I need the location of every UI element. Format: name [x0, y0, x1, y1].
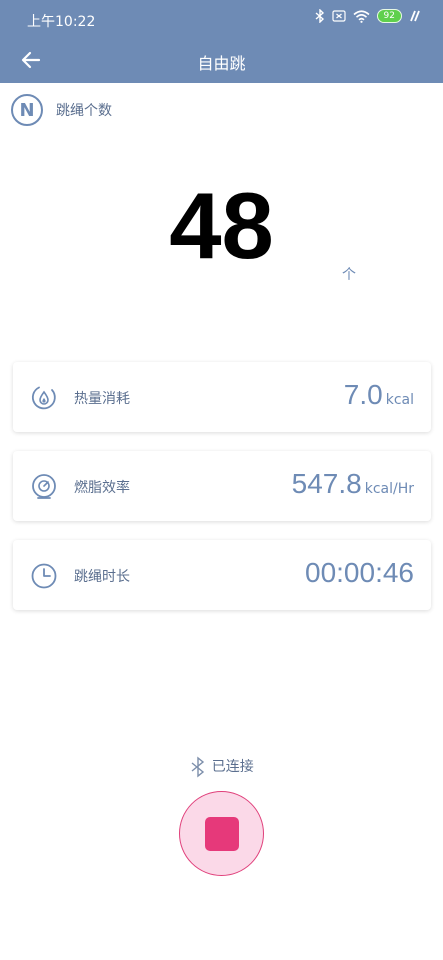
- stop-icon: [204, 816, 239, 851]
- jump-count-unit: 个: [342, 267, 356, 283]
- duration-value: 00:00:46: [305, 557, 414, 588]
- status-bar: 上午10:22 92: [0, 0, 443, 40]
- jump-count: 48: [169, 173, 274, 278]
- bluetooth-icon: [191, 756, 205, 778]
- duration-label: 跳绳时长: [74, 569, 130, 585]
- status-time: 上午10:22: [27, 14, 96, 30]
- fat-burn-card: 燃脂效率 547.8 kcal/Hr: [13, 451, 431, 521]
- connection-label: 已连接: [211, 759, 254, 775]
- connection-status: 已连接: [0, 756, 443, 778]
- battery-icon: 92: [376, 9, 402, 23]
- calorie-unit: kcal: [385, 392, 414, 408]
- calorie-label: 热量消耗: [74, 391, 130, 407]
- calorie-card: 热量消耗 7.0 kcal: [13, 362, 431, 432]
- fat-burn-value: 547.8: [291, 468, 362, 499]
- wifi-icon: [353, 9, 370, 23]
- bluetooth-icon: [315, 9, 324, 23]
- nav-bar: 自由跳: [0, 40, 443, 83]
- duration-value-group: 00:00:46: [305, 557, 414, 589]
- charging-icon: [410, 10, 420, 22]
- fat-burn-value-group: 547.8 kcal/Hr: [292, 468, 414, 500]
- fat-burn-icon: [32, 474, 56, 499]
- clock-icon: [31, 563, 57, 589]
- calorie-value: 7.0: [343, 379, 383, 410]
- fat-burn-unit: kcal/Hr: [364, 481, 414, 497]
- duration-card: 跳绳时长 00:00:46: [13, 540, 431, 610]
- stop-button[interactable]: [179, 791, 264, 876]
- calorie-icon: [32, 386, 56, 410]
- page-title: 自由跳: [197, 54, 246, 73]
- status-icons: 92: [315, 9, 421, 23]
- calorie-value-group: 7.0 kcal: [344, 379, 414, 411]
- sim-icon: [331, 10, 346, 22]
- mode-badge: N: [11, 94, 43, 126]
- fat-burn-label: 燃脂效率: [74, 480, 130, 496]
- mode-indicator: N 跳绳个数: [11, 94, 112, 126]
- mode-label: 跳绳个数: [56, 103, 112, 119]
